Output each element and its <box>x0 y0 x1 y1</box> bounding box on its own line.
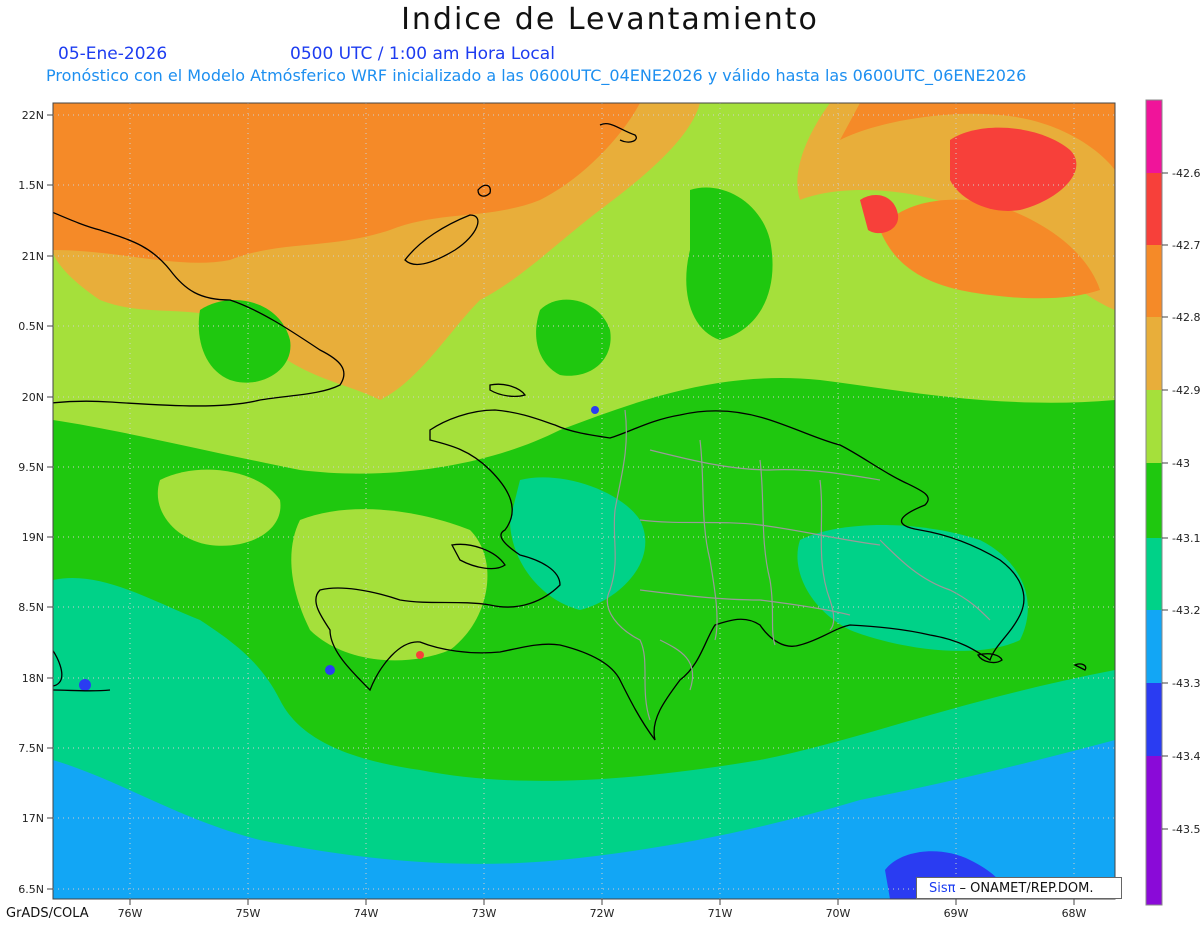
sispi-logo: Sisπ <box>929 880 956 896</box>
lon-label: 76W <box>118 907 143 920</box>
lat-label: 19N <box>22 531 44 544</box>
lat-label: 1.5N <box>18 179 44 192</box>
colorbar-label: -43.1 <box>1172 532 1200 545</box>
colorbar-swatch <box>1146 756 1162 905</box>
lon-label: 74W <box>354 907 379 920</box>
lat-label: 9.5N <box>18 461 44 474</box>
lat-label: 6.5N <box>18 883 44 896</box>
colorbar-label: -43.3 <box>1172 677 1200 690</box>
lon-axis: 76W 75W 74W 73W 72W 71W 70W 69W 68W <box>118 899 1087 920</box>
colorbar-label: -42.9 <box>1172 384 1200 397</box>
lat-label: 0.5N <box>18 320 44 333</box>
colorbar-label: -42.6 <box>1172 167 1200 180</box>
colorbar-label: -43.5 <box>1172 823 1200 836</box>
grads-credit: GrADS/COLA <box>6 906 89 921</box>
lon-label: 71W <box>708 907 733 920</box>
colorbar: -42.6 -42.7 -42.8 -42.9 -43 -43.1 -43.2 … <box>1145 99 1200 906</box>
field-yellowgreen-haiti <box>291 509 488 661</box>
field-blue-spot-2 <box>325 665 335 675</box>
colorbar-swatch <box>1146 463 1162 538</box>
colorbar-label: -43.2 <box>1172 604 1200 617</box>
colorbar-swatch <box>1146 173 1162 245</box>
colorbar-label: -42.8 <box>1172 311 1200 324</box>
lat-label: 8.5N <box>18 601 44 614</box>
colorbar-label: -43 <box>1172 457 1190 470</box>
lifted-index-map: 22N 1.5N 21N 0.5N 20N 9.5N 19N 8.5N 18N … <box>18 99 1200 920</box>
jamaica-coast <box>53 689 111 692</box>
colorbar-label: -43.4 <box>1172 750 1200 763</box>
credit-text: – ONAMET/REP.DOM. <box>959 880 1094 896</box>
lon-label: 69W <box>944 907 969 920</box>
lat-label: 20N <box>22 391 44 404</box>
lat-axis: 22N 1.5N 21N 0.5N 20N 9.5N 19N 8.5N 18N … <box>18 109 53 896</box>
colorbar-label: -42.7 <box>1172 239 1200 252</box>
colorbar-swatch <box>1146 683 1162 756</box>
field-blue-spot-3 <box>591 406 599 414</box>
lat-label: 17N <box>22 812 44 825</box>
field-blue-spot-1 <box>79 679 91 691</box>
lon-label: 72W <box>590 907 615 920</box>
colorbar-swatch <box>1146 538 1162 610</box>
colorbar-swatch <box>1146 610 1162 683</box>
lat-label: 18N <box>22 672 44 685</box>
field-red-spot <box>416 651 424 659</box>
credit-box: Sisπ – ONAMET/REP.DOM. <box>916 877 1122 899</box>
colorbar-swatch <box>1146 245 1162 317</box>
lat-label: 21N <box>22 250 44 263</box>
lon-label: 75W <box>236 907 261 920</box>
lon-label: 68W <box>1062 907 1087 920</box>
colorbar-swatch <box>1146 100 1162 173</box>
lat-label: 7.5N <box>18 742 44 755</box>
colorbar-swatch <box>1146 390 1162 463</box>
lon-label: 73W <box>472 907 497 920</box>
colorbar-swatch <box>1146 317 1162 390</box>
lon-label: 70W <box>826 907 851 920</box>
lat-label: 22N <box>22 109 44 122</box>
contour-fields <box>53 103 1115 899</box>
